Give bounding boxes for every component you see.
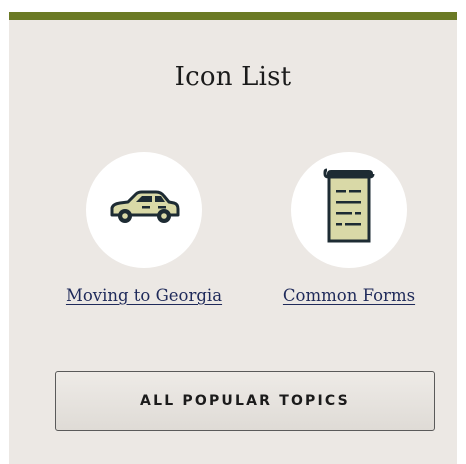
document-icon: [323, 168, 375, 253]
all-popular-topics-button[interactable]: ALL POPULAR TOPICS: [55, 371, 435, 431]
page: Icon List Moving to Georgia Common Forms…: [0, 0, 466, 464]
icon-list-panel: Icon List Moving to Georgia Common Forms…: [9, 12, 457, 464]
car-icon: [106, 188, 182, 233]
moving-to-georgia-link[interactable]: Moving to Georgia: [66, 286, 222, 305]
document-icon-circle[interactable]: [291, 152, 407, 268]
accent-bar: [9, 12, 457, 20]
icon-item-forms: Common Forms: [254, 152, 444, 306]
icon-item-moving: Moving to Georgia: [49, 152, 239, 306]
car-icon-circle[interactable]: [86, 152, 202, 268]
section-title: Icon List: [174, 62, 292, 92]
common-forms-link[interactable]: Common Forms: [283, 286, 415, 305]
